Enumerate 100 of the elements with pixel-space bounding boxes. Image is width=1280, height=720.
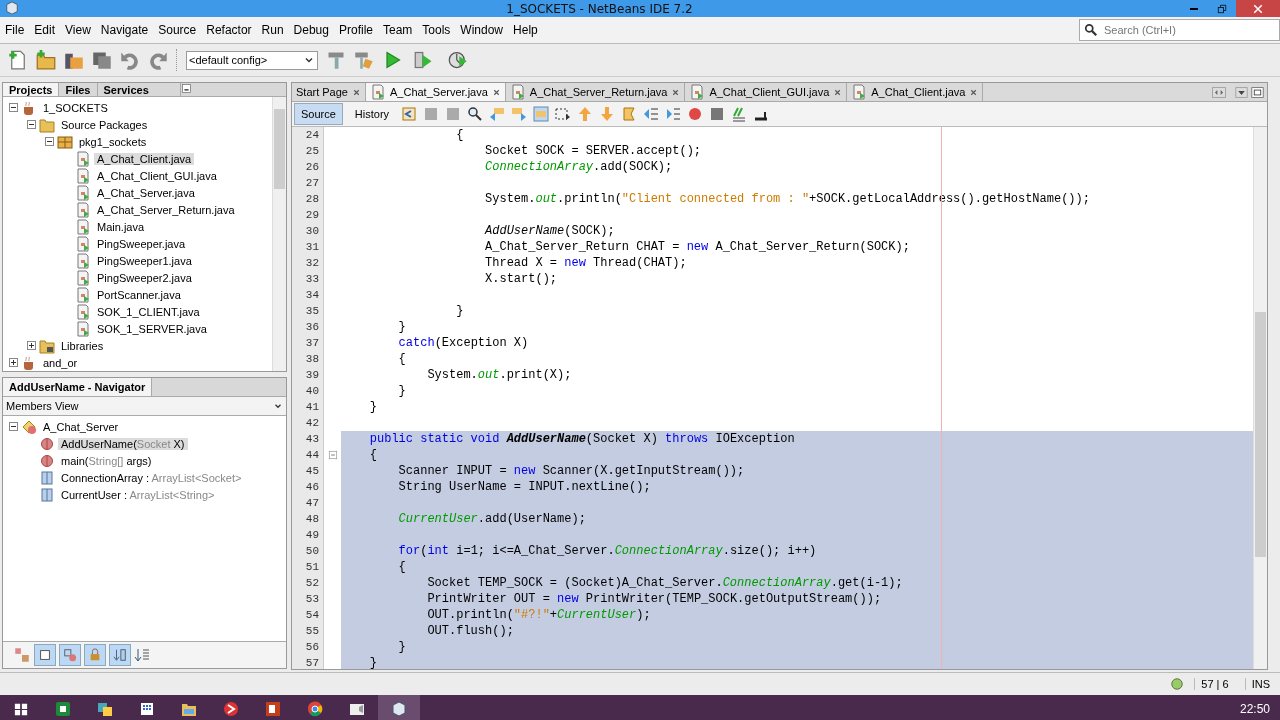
- comment-icon[interactable]: [731, 106, 748, 122]
- view-tab[interactable]: Source: [294, 103, 343, 125]
- tree-item[interactable]: A_Chat_Client.java: [94, 152, 195, 165]
- tree-item[interactable]: pkg1_sockets: [76, 135, 150, 148]
- expand-icon[interactable]: [9, 358, 18, 367]
- restore-icon: [1216, 2, 1228, 15]
- selection-icon[interactable]: [555, 106, 572, 122]
- line-number: 50: [304, 544, 320, 559]
- find-next-icon[interactable]: [511, 106, 528, 122]
- hammer-icon[interactable]: [326, 50, 346, 70]
- editor-tab[interactable]: A_Chat_Server.java: [366, 83, 506, 101]
- minimize-panel-icon[interactable]: [180, 83, 192, 94]
- close-icon[interactable]: [833, 87, 843, 97]
- sort-button[interactable]: [109, 644, 131, 666]
- view-dropdown[interactable]: Members View: [3, 397, 286, 416]
- redo-icon[interactable]: [148, 50, 168, 70]
- search-box[interactable]: Search (Ctrl+I): [1079, 19, 1280, 41]
- find-previous-icon[interactable]: [489, 106, 506, 122]
- last-edit-icon[interactable]: [401, 106, 418, 122]
- tree-item[interactable]: PingSweeper1.java: [94, 254, 195, 267]
- line-number: 41: [304, 400, 320, 415]
- code-line: CurrentUser.add(UserName);: [397, 511, 586, 527]
- member-item[interactable]: A_Chat_Server: [40, 420, 122, 433]
- tree-item[interactable]: A_Chat_Server.java: [94, 186, 198, 199]
- tree-item[interactable]: SOK_1_SERVER.java: [94, 322, 210, 335]
- tree-item[interactable]: PingSweeper2.java: [94, 271, 195, 284]
- line-number: 56: [304, 640, 320, 655]
- grid-icon: [139, 700, 155, 717]
- tree-item[interactable]: Main.java: [94, 220, 148, 233]
- fields-filter-button[interactable]: [34, 644, 56, 666]
- taskbar-app[interactable]: [378, 695, 420, 720]
- menu-item[interactable]: View: [60, 23, 96, 37]
- shift-left-icon[interactable]: [643, 106, 660, 122]
- java-file-icon: [75, 167, 91, 184]
- menu-item[interactable]: File: [0, 23, 30, 37]
- search-field[interactable]: Search (Ctrl+I): [1102, 23, 1256, 37]
- code-line: {: [397, 559, 406, 575]
- code-line: String UserName = INPUT.nextLine();: [397, 479, 651, 495]
- tree-item[interactable]: PortScanner.java: [94, 288, 184, 301]
- close-icon[interactable]: [491, 87, 501, 97]
- tree-item[interactable]: 1_SOCKETS: [40, 101, 111, 114]
- tab-list-icon[interactable]: [1235, 85, 1248, 99]
- close-icon: [1252, 2, 1264, 15]
- tree-item[interactable]: A_Chat_Server_Return.java: [94, 203, 238, 216]
- menu-item[interactable]: Source: [153, 23, 202, 37]
- panel-tab[interactable]: Projects: [3, 83, 60, 96]
- line-number: 35: [304, 304, 320, 319]
- menu-item[interactable]: Run: [256, 23, 289, 37]
- collapse-icon[interactable]: [45, 137, 54, 146]
- undo-icon[interactable]: [120, 50, 140, 70]
- menu-item[interactable]: Refactor: [201, 23, 257, 37]
- fold-icon[interactable]: [327, 450, 338, 460]
- new-file-icon[interactable]: [8, 50, 28, 70]
- tree-item[interactable]: A_Chat_Client_GUI.java: [94, 169, 220, 182]
- toggle-bookmark-icon[interactable]: [621, 106, 638, 122]
- maximize-icon[interactable]: [1251, 85, 1264, 99]
- search-icon[interactable]: [1084, 23, 1098, 37]
- scrollbar[interactable]: [1253, 127, 1267, 669]
- tree-item[interactable]: and_or: [40, 356, 81, 369]
- collapse-icon[interactable]: [9, 422, 18, 431]
- member-item[interactable]: AddUserName(Socket X): [58, 437, 188, 450]
- notification-icon[interactable]: [1170, 677, 1185, 691]
- method-icon: [39, 452, 55, 469]
- member-item[interactable]: ConnectionArray : ArrayList<Socket>: [58, 471, 245, 484]
- hammer-broom-icon[interactable]: [354, 50, 374, 70]
- sort-order-icon[interactable]: [134, 647, 150, 663]
- view-tab[interactable]: History: [348, 104, 396, 124]
- line-number: 46: [304, 480, 320, 495]
- scrollbar[interactable]: [272, 97, 286, 371]
- code-line: Socket SOCK = SERVER.accept();: [484, 143, 702, 159]
- close-button[interactable]: [1236, 0, 1280, 17]
- tree-item[interactable]: SOK_1_CLIENT.java: [94, 305, 203, 318]
- tree-item[interactable]: PingSweeper.java: [94, 237, 189, 250]
- find-icon[interactable]: [467, 106, 484, 122]
- menu-item[interactable]: Help: [508, 23, 543, 37]
- member-item[interactable]: main(String[] args): [58, 454, 155, 467]
- menu-item[interactable]: Debug: [288, 23, 334, 37]
- menu-item[interactable]: Tools: [417, 23, 456, 37]
- static-filter-button[interactable]: [59, 644, 81, 666]
- stop-icon[interactable]: [709, 106, 726, 122]
- menu-item[interactable]: Window: [455, 23, 509, 37]
- panel-tab[interactable]: AddUserName - Navigator: [3, 378, 153, 396]
- shift-right-icon[interactable]: [665, 106, 682, 122]
- browser-icon: [307, 700, 323, 717]
- member-item[interactable]: CurrentUser : ArrayList<String>: [58, 488, 218, 501]
- config-dropdown[interactable]: <default config>: [186, 50, 318, 70]
- collapse-icon[interactable]: [27, 120, 36, 129]
- close-icon[interactable]: [671, 87, 681, 97]
- menu-item[interactable]: Team: [378, 23, 418, 37]
- menu-item[interactable]: Edit: [29, 23, 61, 37]
- collapse-icon[interactable]: [9, 103, 18, 112]
- menu-item[interactable]: Navigate: [95, 23, 154, 37]
- tree-item[interactable]: Source Packages: [58, 118, 151, 131]
- tree-item[interactable]: Libraries: [58, 339, 107, 352]
- expand-icon[interactable]: [27, 341, 36, 350]
- new-folder-icon[interactable]: [36, 50, 56, 70]
- record-icon[interactable]: [687, 106, 704, 122]
- menu-item[interactable]: Profile: [334, 23, 378, 37]
- close-icon[interactable]: [352, 87, 361, 97]
- close-icon[interactable]: [969, 87, 979, 97]
